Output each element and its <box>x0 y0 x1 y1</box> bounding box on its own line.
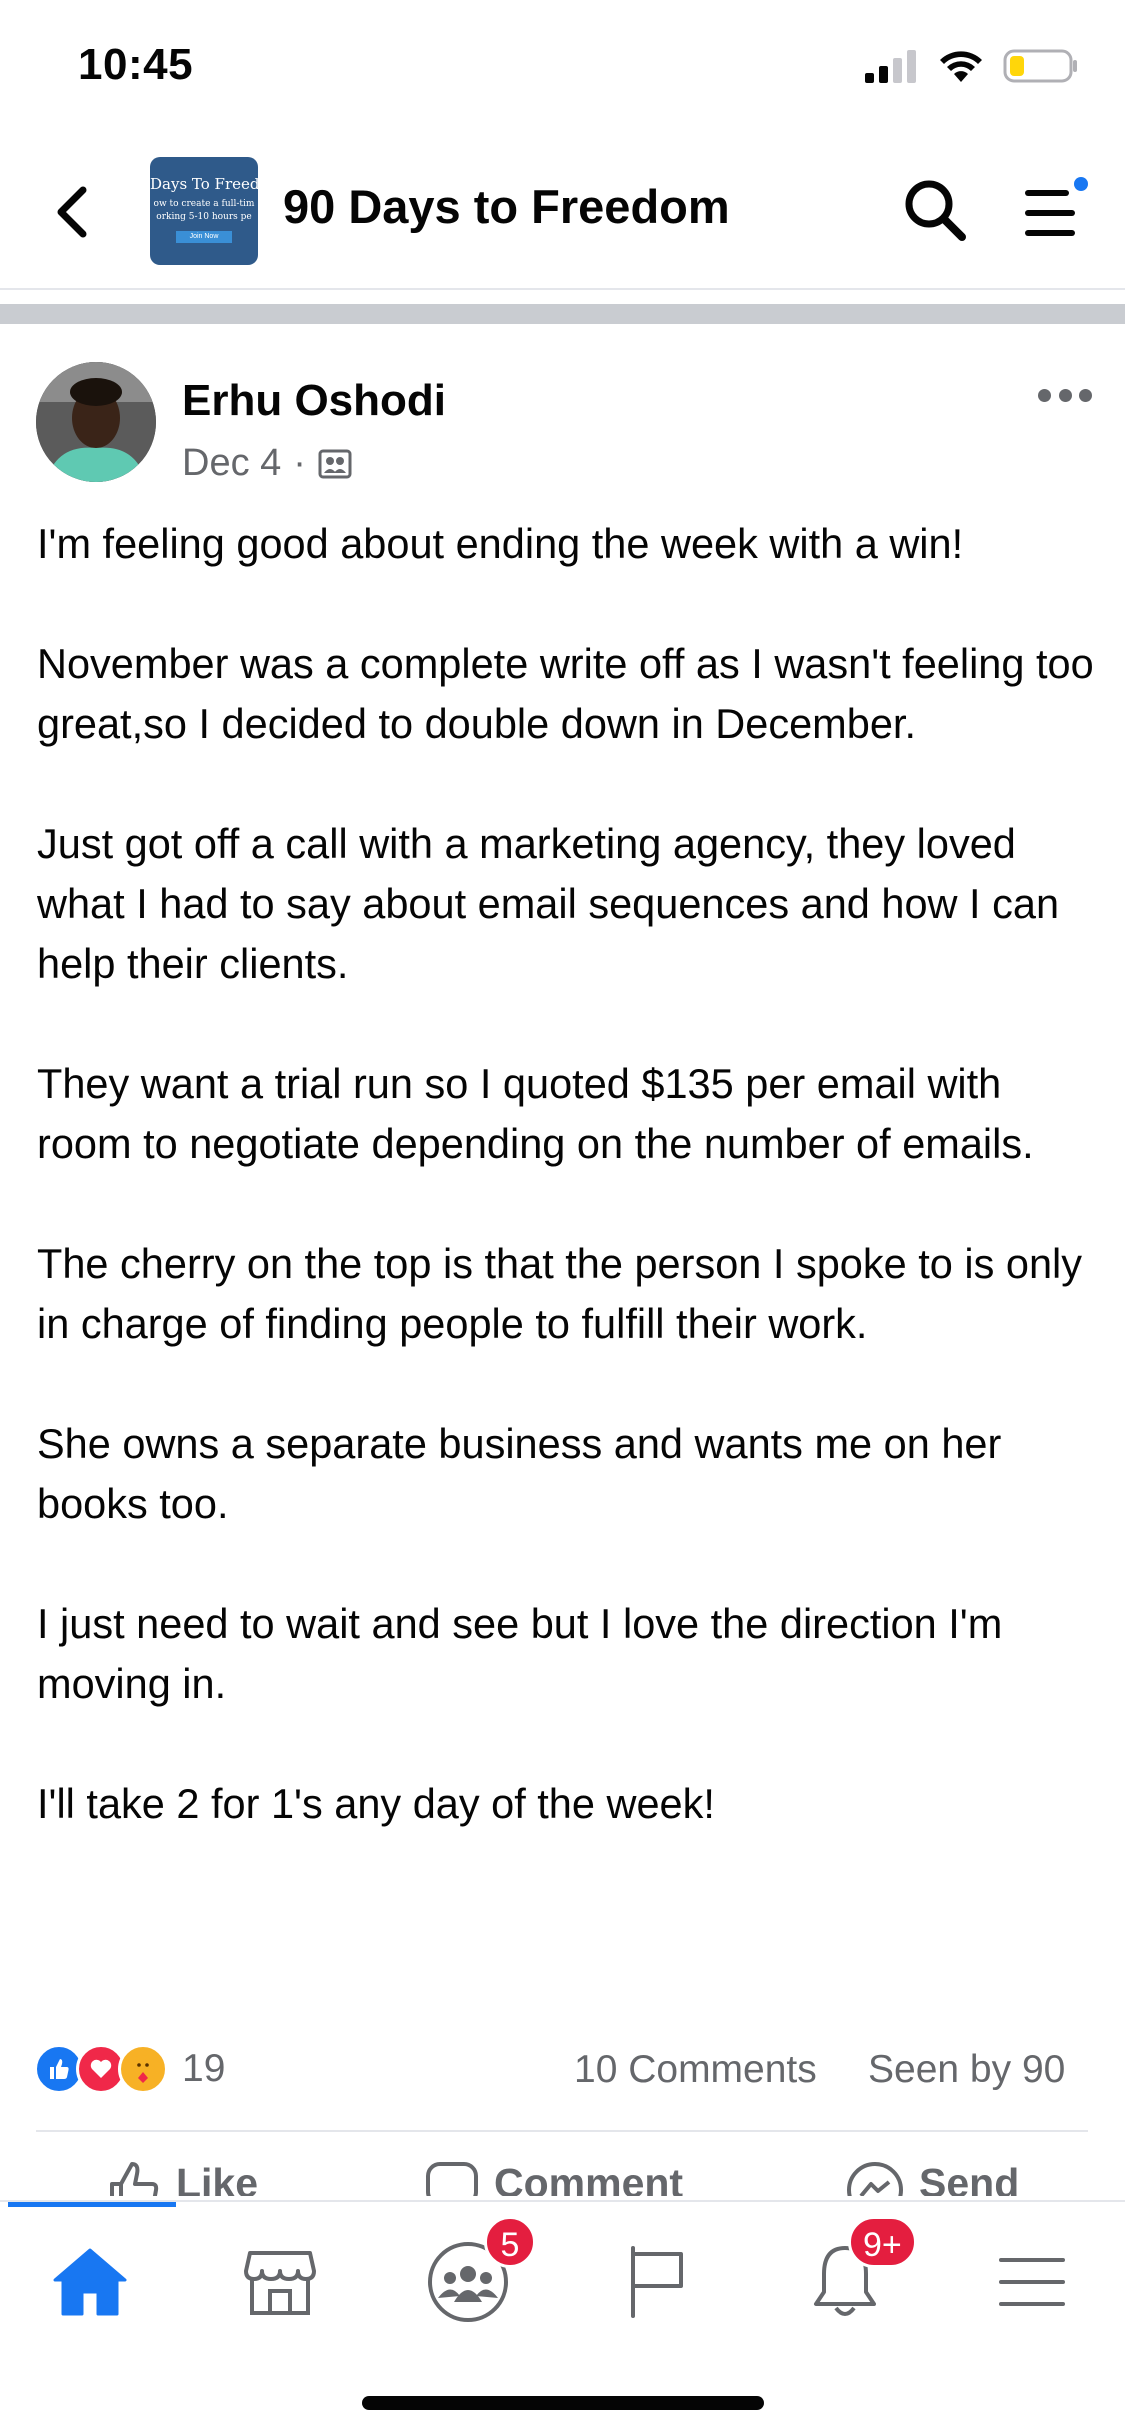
more-dot-icon <box>1079 388 1092 402</box>
post-paragraph: She owns a separate business and wants m… <box>37 1420 1002 1527</box>
comment-button[interactable]: Comment <box>424 2160 683 2196</box>
battery-icon <box>1003 49 1077 83</box>
send-button[interactable]: Send <box>845 2160 1019 2196</box>
seen-by[interactable]: Seen by 90 <box>868 2048 1065 2092</box>
back-button[interactable] <box>44 177 100 247</box>
flag-icon <box>631 2246 683 2318</box>
post-paragraph: I just need to wait and see but I love t… <box>37 1600 1003 1707</box>
signal-icon <box>865 50 916 83</box>
menu-icon <box>1025 190 1075 236</box>
actions-divider <box>36 2130 1088 2132</box>
post-body: I'm feeling good about ending the week w… <box>37 514 1097 1894</box>
more-dot-icon <box>1038 388 1051 402</box>
post-date[interactable]: Dec 4 <box>182 442 281 485</box>
comments-count[interactable]: 10 Comments <box>574 2048 817 2092</box>
thumbnail-text: orking 5-10 hours pe <box>156 212 252 222</box>
messenger-icon <box>847 2162 903 2196</box>
reaction-count: 19 <box>182 2047 226 2090</box>
post-meta: Dec 4 · <box>182 442 352 485</box>
thumbs-up-icon <box>110 2162 159 2196</box>
post-actions: Like Comment Send <box>0 2160 1125 2196</box>
author-name[interactable]: Erhu Oshodi <box>182 376 446 426</box>
group-thumbnail[interactable]: Days To Freedom ow to create a full-tim … <box>150 157 258 265</box>
post-paragraph: I'll take 2 for 1's any day of the week! <box>37 1780 715 1827</box>
wifi-icon <box>940 51 982 82</box>
post-paragraph: November was a complete write off as I w… <box>37 640 1094 747</box>
home-indicator[interactable] <box>362 2396 764 2410</box>
marketplace-icon <box>244 2251 316 2315</box>
group-title[interactable]: 90 Days to Freedom <box>283 179 730 234</box>
section-divider <box>0 304 1125 324</box>
home-icon <box>53 2248 127 2316</box>
thumbnail-join-button: Join Now <box>176 231 232 243</box>
group-menu-button[interactable] <box>1022 177 1092 247</box>
status-icons <box>863 48 1079 84</box>
search-icon <box>905 180 966 241</box>
avatar[interactable] <box>36 362 156 482</box>
active-tab-indicator <box>8 2202 176 2207</box>
group-header: Days To Freedom ow to create a full-tim … <box>0 135 1125 290</box>
post-paragraph: I'm feeling good about ending the week w… <box>37 520 964 567</box>
tab-pages[interactable] <box>607 2232 707 2332</box>
status-time: 10:45 <box>78 40 194 89</box>
post-paragraph: The cherry on the top is that the person… <box>37 1240 1082 1347</box>
groups-badge: 5 <box>484 2216 536 2268</box>
comment-icon <box>426 2162 478 2196</box>
reactions-summary[interactable]: 19 <box>34 2044 225 2094</box>
post-paragraph: They want a trial run so I quoted $135 p… <box>37 1060 1034 1167</box>
back-icon <box>57 186 87 238</box>
search-button[interactable] <box>900 175 970 245</box>
tab-marketplace[interactable] <box>230 2232 330 2332</box>
post-paragraph: Just got off a call with a marketing age… <box>37 820 1060 987</box>
send-label: Send <box>919 2160 1020 2196</box>
tab-menu[interactable] <box>982 2232 1082 2332</box>
thumbnail-text: ow to create a full-tim <box>153 199 255 209</box>
more-dot-icon <box>1058 388 1072 402</box>
like-button[interactable]: Like <box>106 2160 258 2196</box>
care-reaction-icon <box>118 2044 168 2094</box>
group-privacy-icon <box>318 449 352 478</box>
hamburger-menu-icon <box>999 2258 1065 2306</box>
post-options-button[interactable] <box>1038 380 1092 410</box>
notification-dot <box>1074 177 1088 191</box>
meta-separator: · <box>293 442 306 484</box>
like-label: Like <box>176 2160 259 2196</box>
status-bar: 10:45 <box>0 0 1125 135</box>
thumbnail-title: Days To Freedom <box>150 175 258 193</box>
tab-home[interactable] <box>40 2232 140 2332</box>
comment-label: Comment <box>494 2160 684 2196</box>
notifications-badge: 9+ <box>848 2216 917 2268</box>
